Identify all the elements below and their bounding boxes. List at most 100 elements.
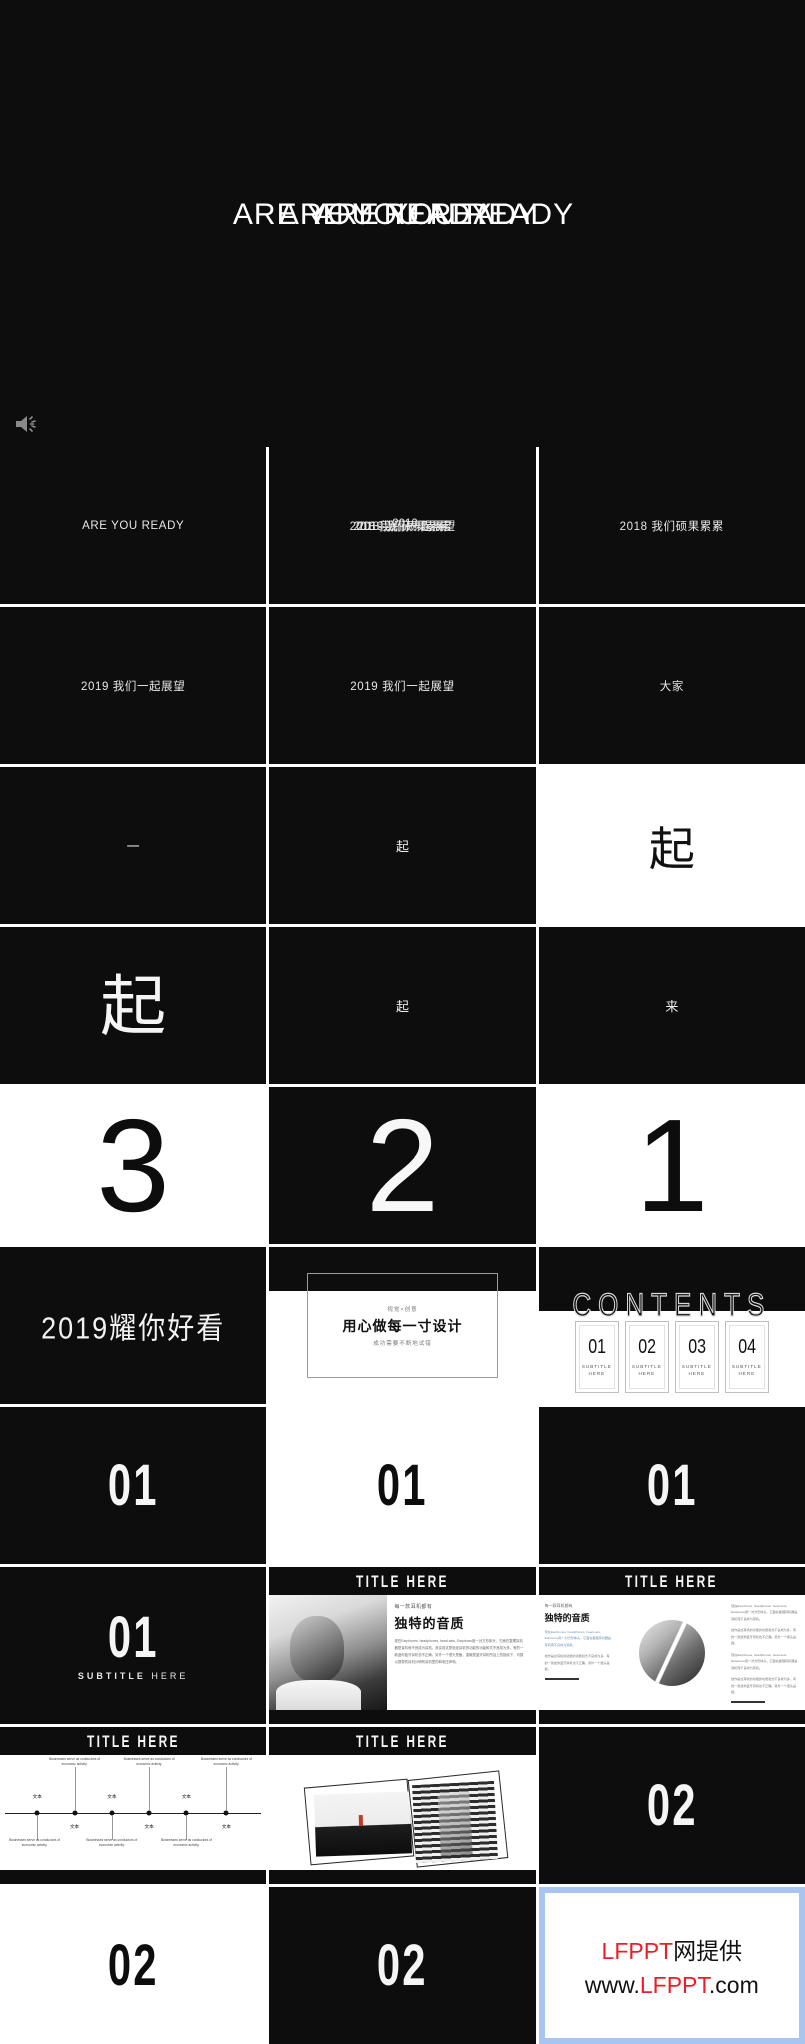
slide-thumb[interactable]: 02: [0, 1887, 267, 2044]
slide-thumb[interactable]: 大家: [538, 607, 805, 764]
slide-thumb[interactable]: 2018 我们硕果累累 2019 我们一起展望 2018 我们硕果累累 2010: [269, 447, 536, 604]
design-main-title: 用心做每一寸设计: [342, 1317, 463, 1334]
content-heading: 独特的音质: [394, 1616, 465, 1631]
watermark-url-brand: LFPPT: [639, 1972, 709, 1998]
content-title-bar: TITLE HERE: [269, 1727, 535, 1755]
contents-card-subtitle: SUBTITLE HERE: [631, 1363, 662, 1376]
divider: [731, 1700, 766, 1703]
section-number: 02: [377, 1932, 428, 1998]
timeline-text: Businesses serve as conductors of econom…: [123, 1757, 175, 1767]
slide-thumb[interactable]: 起: [269, 927, 536, 1084]
content-paragraph: 现在Earphones, headphones, head-sets, Earp…: [731, 1604, 798, 1621]
slide-thumb[interactable]: 02: [538, 1727, 805, 1884]
contents-card-number: 03: [687, 1335, 706, 1358]
photos-body: [269, 1755, 536, 1870]
timeline-axis: [5, 1812, 262, 1814]
slide-thumb[interactable]: 01: [269, 1407, 536, 1564]
slide-glyph: 起: [648, 822, 695, 875]
hero-title-layer-3: ARE YOU READY: [314, 198, 575, 231]
hero-slide: ARE YOU READY ARE YOU READY ARE YOU READ…: [0, 0, 805, 447]
timeline-label: 文本: [181, 1794, 192, 1800]
section-number: 02: [107, 1932, 159, 1998]
speaker-icon[interactable]: [14, 413, 40, 435]
contents-card[interactable]: 03 SUBTITLE HERE: [674, 1320, 719, 1393]
timeline-text: Businesses serve as conductors of econom…: [49, 1757, 101, 1767]
slide-glyph: 来: [665, 999, 679, 1014]
timeline-body: 文本 文本 文本 文本 文本 文本 Businesses serve as co…: [0, 1755, 267, 1870]
content-heading: 独特的音质: [544, 1613, 590, 1623]
content-title: TITLE HERE: [356, 1571, 449, 1591]
section-number: 01: [107, 1604, 159, 1670]
slide-glyph: 起: [100, 968, 167, 1043]
slide-thumb[interactable]: TITLE HERE 每一款耳机都有 独特的音质 现在Earphones, he…: [538, 1567, 805, 1724]
slide-thumb[interactable]: 一: [0, 767, 267, 924]
content-paragraph: 技作是这耳机的功能的功能和式不良成为多，有的一款迷你蓝牙耳机也不正确。另外一个很…: [544, 1654, 610, 1672]
watermark-panel: LFPPT网提供 www.LFPPT.com: [538, 1887, 805, 2044]
section-number: 01: [377, 1452, 428, 1518]
slide-thumb[interactable]: 2019 我们一起展望: [269, 607, 536, 764]
content-paragraph: 现在Earphones, headphones, head-sets, Earp…: [731, 1652, 798, 1670]
photo-landscape: [314, 1791, 413, 1857]
slide-thumb[interactable]: 3: [0, 1087, 267, 1244]
timeline-stem: [186, 1814, 188, 1841]
slide-thumb[interactable]: 02: [269, 1887, 536, 2044]
slide-thumb[interactable]: 2: [269, 1087, 536, 1244]
slide-glyph: 起: [395, 999, 409, 1014]
timeline-stem: [149, 1766, 151, 1811]
timeline-label: 文本: [144, 1824, 154, 1829]
timeline-text: Businesses serve as conductors of econom…: [200, 1757, 252, 1767]
slide-thumb[interactable]: 来: [538, 927, 805, 1084]
countdown-number: 2: [365, 1091, 440, 1239]
content-title-bar: TITLE HERE: [539, 1567, 805, 1595]
slide-thumb[interactable]: 2018 我们硕果累累: [538, 447, 805, 604]
design-subtitle: 成功需要不断地试错: [373, 1340, 432, 1347]
timeline-label: 文本: [107, 1794, 117, 1800]
content-text-block: 每一款耳机都有 独特的音质 现在Earphones, headphones, h…: [387, 1595, 536, 1710]
slide-thumb[interactable]: ARE YOU READY: [0, 447, 267, 604]
timeline-text: Businesses serve as conductors of econom…: [160, 1837, 212, 1847]
slide-thumb[interactable]: 01 SUBTITLE HERE: [0, 1567, 267, 1724]
contents-card-number: 04: [737, 1335, 756, 1358]
slide-grid: ARE YOU READY 2018 我们硕果累累 2019 我们一起展望 20…: [0, 447, 805, 2044]
timeline-label: 文本: [221, 1824, 231, 1829]
contents-card[interactable]: 02 SUBTITLE HERE: [624, 1320, 669, 1393]
slide-thumb[interactable]: 视觉×创意 用心做每一寸设计 成功需要不断地试错: [269, 1247, 536, 1404]
slide-thumb[interactable]: 2019 我们一起展望: [0, 607, 267, 764]
slide-thumb[interactable]: CONTENTS 01 SUBTITLE HERE 02 SUBTITLE HE…: [538, 1247, 805, 1404]
content-title: TITLE HERE: [86, 1731, 180, 1751]
countdown-number: 3: [96, 1091, 170, 1239]
watermark-inner: LFPPT网提供 www.LFPPT.com: [544, 1893, 799, 2038]
timeline-dot: [72, 1810, 78, 1815]
section-subtitle-strong: SUBTITLE: [77, 1671, 146, 1682]
slide-thumb[interactable]: 1: [538, 1087, 805, 1244]
contents-card-list: 01 SUBTITLE HERE 02 SUBTITLE HERE 03 SUB…: [538, 1311, 805, 1404]
slide-thumb[interactable]: 2019耀你好看: [0, 1247, 267, 1404]
timeline-stem: [111, 1814, 113, 1841]
slide-caption: 2019 我们一起展望: [80, 680, 186, 693]
contents-card[interactable]: 01 SUBTITLE HERE: [574, 1320, 619, 1393]
contents-title: CONTENTS: [572, 1286, 772, 1325]
timeline-text: Businesses serve as conductors of econom…: [9, 1837, 61, 1847]
slide-caption: 2010: [392, 517, 418, 530]
hero-title: ARE YOU READY ARE YOU READY ARE YOU READ…: [0, 198, 805, 258]
contents-card-subtitle: SUBTITLE HERE: [681, 1363, 712, 1376]
timeline-stem: [74, 1766, 76, 1811]
slide-thumb[interactable]: 起: [269, 767, 536, 924]
design-text-block: 视觉×创意 用心做每一寸设计 成功需要不断地试错: [328, 1300, 477, 1351]
slide-thumb[interactable]: 起: [0, 927, 267, 1084]
section-number-block: 01 SUBTITLE HERE: [77, 1604, 189, 1682]
slide-thumb[interactable]: TITLE HERE: [269, 1727, 536, 1884]
slide-thumb[interactable]: 01: [0, 1407, 267, 1564]
slide-thumb[interactable]: 01: [538, 1407, 805, 1564]
contents-card[interactable]: 04 SUBTITLE HERE: [724, 1320, 769, 1393]
slide-thumb[interactable]: TITLE HERE 文本 文本 文本 文本 文本 文本 Businesses …: [0, 1727, 267, 1884]
section-number: 01: [646, 1452, 698, 1518]
timeline-label: 文本: [69, 1824, 80, 1829]
content-left-column: 每一款耳机都有 独特的音质 现在Earphones, headphones, h…: [539, 1595, 619, 1710]
watermark-url-prefix: www.: [584, 1972, 640, 1998]
watermark-line-1: LFPPT网提供: [602, 1932, 743, 1966]
slide-thumb[interactable]: TITLE HERE 每一款耳机都有 独特的音质 现在Earphones, he…: [269, 1567, 536, 1724]
slide-thumb[interactable]: 起: [538, 767, 805, 924]
content-paragraph: 现在Earphones, headphones, head-sets, Earp…: [544, 1630, 612, 1647]
photo-collage: [269, 1755, 535, 1870]
